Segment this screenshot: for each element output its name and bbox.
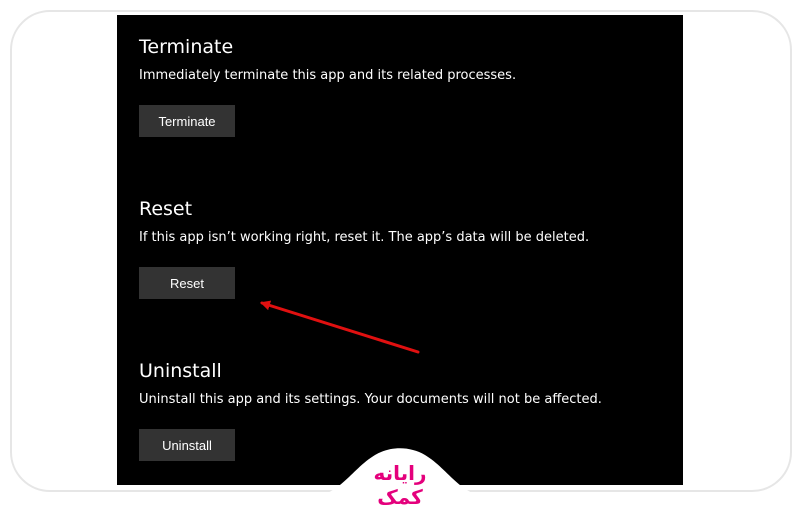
- uninstall-title: Uninstall: [139, 360, 222, 382]
- watermark-logo: رایانه کمک: [373, 461, 427, 509]
- reset-button[interactable]: Reset: [139, 267, 235, 299]
- reset-title: Reset: [139, 198, 193, 220]
- settings-panel: Terminate Immediately terminate this app…: [117, 15, 683, 485]
- terminate-description: Immediately terminate this app and its r…: [139, 68, 517, 83]
- reset-section: Reset If this app isn’t working right, r…: [139, 197, 669, 299]
- reset-description: If this app isn’t working right, reset i…: [139, 230, 590, 245]
- uninstall-button[interactable]: Uninstall: [139, 429, 235, 461]
- terminate-title: Terminate: [139, 36, 234, 58]
- uninstall-description: Uninstall this app and its settings. You…: [139, 392, 602, 407]
- terminate-button[interactable]: Terminate: [139, 105, 235, 137]
- terminate-section: Terminate Immediately terminate this app…: [139, 35, 669, 137]
- uninstall-section: Uninstall Uninstall this app and its set…: [139, 359, 669, 461]
